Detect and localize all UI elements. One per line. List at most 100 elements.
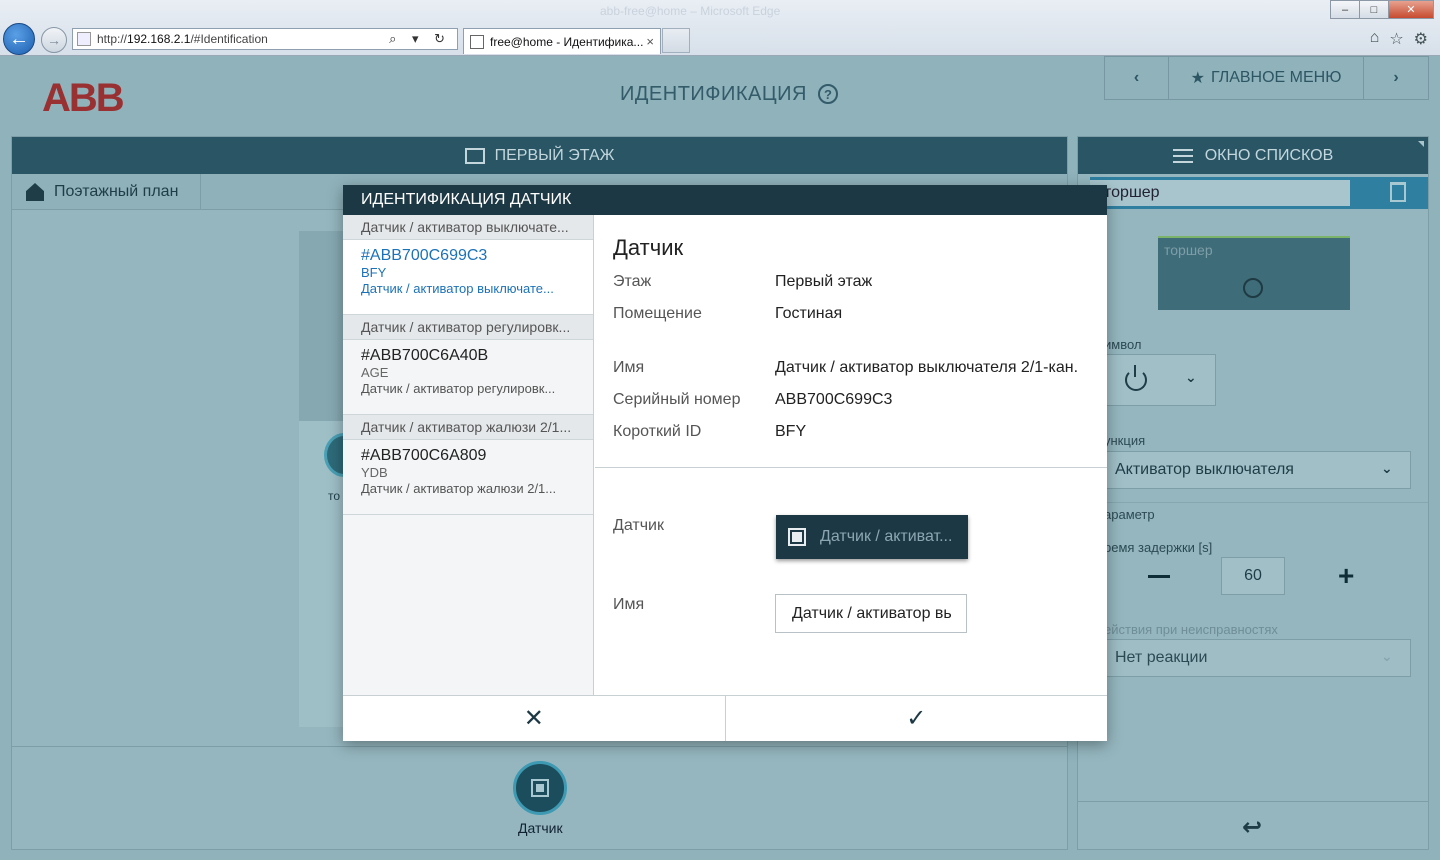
- forward-button[interactable]: →: [41, 27, 67, 53]
- url-path: /#Identification: [190, 32, 268, 46]
- device-label: то: [328, 489, 341, 503]
- main-menu-label: ГЛАВНОЕ МЕНЮ: [1210, 69, 1342, 86]
- device-serial: #ABB700C6A40B: [361, 347, 489, 364]
- url-prefix: http://: [97, 32, 128, 46]
- divider: [1078, 801, 1428, 802]
- symbol-select[interactable]: ⌄: [1104, 354, 1216, 406]
- star-icon: ★: [1190, 70, 1205, 87]
- device-name-input[interactable]: [1090, 180, 1350, 206]
- function-value: Активатор выключателя: [1115, 461, 1294, 478]
- nav-prev-button[interactable]: ‹: [1105, 57, 1169, 99]
- device-type: Датчик / активатор выключате...: [361, 281, 554, 296]
- list-title: ОКНО СПИСКОВ: [1204, 146, 1334, 164]
- sensor-device-button[interactable]: [513, 761, 567, 815]
- address-bar[interactable]: http://192.168.2.1/#Identification ⌕ ▾ ↻: [72, 28, 458, 50]
- dialog-footer: ✕ ✓: [343, 695, 1107, 741]
- nav-next-button[interactable]: ›: [1364, 57, 1428, 99]
- device-type: Датчик / активатор регулировк...: [361, 381, 556, 396]
- name-field-label: Имя: [613, 596, 645, 613]
- app-header: ABB ИДЕНТИФИКАЦИЯ ? ‹ ★ ГЛАВНОЕ МЕНЮ ›: [0, 56, 1440, 136]
- serial-label: Серийный номер: [613, 391, 741, 408]
- increase-button[interactable]: +: [1338, 562, 1354, 590]
- floor-label: Этаж: [613, 273, 652, 290]
- fault-value: Нет реакции: [1115, 649, 1208, 666]
- tools-icon[interactable]: ⚙: [1414, 29, 1428, 49]
- main-menu-button[interactable]: ★ ГЛАВНОЕ МЕНЮ: [1169, 57, 1364, 99]
- floorplan-button[interactable]: Поэтажный план: [12, 174, 201, 210]
- device-tile[interactable]: торшер: [1158, 236, 1350, 310]
- confirm-button[interactable]: ✓: [726, 696, 1108, 741]
- room-label: Помещение: [613, 305, 702, 322]
- tab-close-icon[interactable]: ×: [646, 34, 654, 49]
- serial-value: ABB700C699C3: [775, 391, 893, 408]
- device-serial: #ABB700C699C3: [361, 247, 488, 264]
- short-id-label: Короткий ID: [613, 423, 702, 440]
- device-short-id: YDB: [361, 465, 388, 480]
- sensor-icon: [531, 779, 549, 797]
- device-serial: #ABB700C6A809: [361, 447, 487, 464]
- name-row: [1090, 177, 1428, 209]
- tab-title: free@home - Идентифика...: [490, 34, 644, 49]
- list-item[interactable]: #ABB700C6A809 YDB Датчик / активатор жал…: [343, 440, 593, 515]
- close-window-button[interactable]: ✕: [1388, 0, 1434, 19]
- device-short-id: AGE: [361, 365, 389, 380]
- parameter-label: араметр: [1104, 507, 1155, 522]
- detail-title: Датчик: [613, 235, 684, 260]
- back-button[interactable]: ←: [3, 23, 35, 55]
- sensor-device-label: Датчик: [518, 820, 563, 836]
- browser-toolbar-icons: ⌂ ☆ ⚙: [1370, 29, 1428, 49]
- window-titlebar: abb-free@home – Microsoft Edge – □ ✕: [0, 0, 1440, 22]
- browser-tab[interactable]: free@home - Идентифика... ×: [463, 28, 661, 54]
- corner-marker-icon: [1418, 141, 1424, 147]
- main-navigation: ‹ ★ ГЛАВНОЕ МЕНЮ ›: [1104, 56, 1429, 100]
- house-icon: [26, 183, 44, 201]
- chevron-down-icon: ⌄: [1185, 369, 1197, 385]
- dialog-title: ИДЕНТИФИКАЦИЯ ДАТЧИК: [343, 185, 1107, 215]
- circle-icon: [1243, 278, 1263, 298]
- group-header: Датчик / активатор регулировк...: [343, 315, 593, 340]
- abb-logo: ABB: [42, 76, 125, 120]
- name-value: Датчик / активатор выключателя 2/1-кан.: [775, 359, 1079, 376]
- sensor-button-label: Датчик / активат...: [820, 528, 953, 545]
- sensor-field-label: Датчик: [613, 517, 664, 534]
- address-tools[interactable]: ⌕ ▾ ↻: [389, 31, 451, 47]
- sensor-select-button[interactable]: Датчик / активат...: [776, 515, 968, 559]
- list-item[interactable]: #ABB700C699C3 BFY Датчик / активатор вык…: [343, 240, 593, 315]
- group-header: Датчик / активатор жалюзи 2/1...: [343, 415, 593, 440]
- floor-header: ПЕРВЫЙ ЭТАЖ: [12, 137, 1067, 174]
- new-tab-button[interactable]: [662, 28, 690, 53]
- trash-icon[interactable]: [1390, 182, 1406, 202]
- home-icon[interactable]: ⌂: [1370, 29, 1380, 49]
- favorites-icon[interactable]: ☆: [1389, 29, 1403, 49]
- list-icon: [1172, 148, 1193, 163]
- tile-label: торшер: [1164, 242, 1213, 258]
- group-header: Датчик / активатор выключате...: [343, 215, 593, 240]
- back-arrow-icon[interactable]: ↩: [1242, 813, 1262, 842]
- power-icon: [1125, 365, 1147, 391]
- fault-select[interactable]: Нет реакции ⌄: [1104, 639, 1411, 677]
- url-host: 192.168.2.1: [127, 32, 191, 46]
- floorplan-label: Поэтажный план: [54, 183, 179, 200]
- device-type: Датчик / активатор жалюзи 2/1...: [361, 481, 557, 496]
- page-icon: [77, 32, 91, 46]
- name-input[interactable]: [775, 594, 967, 633]
- decrease-button[interactable]: [1148, 575, 1170, 578]
- function-select[interactable]: Активатор выключателя ⌄: [1104, 451, 1411, 489]
- list-panel: ОКНО СПИСКОВ торшер имвол ⌄ ункция Актив…: [1077, 136, 1429, 850]
- window-title: abb-free@home – Microsoft Edge: [600, 4, 781, 18]
- device-detail: Датчик Этаж Первый этаж Помещение Гостин…: [595, 215, 1107, 695]
- floor-plan-icon: [464, 147, 485, 164]
- browser-chrome: abb-free@home – Microsoft Edge – □ ✕ ← →…: [0, 0, 1440, 56]
- list-item[interactable]: #ABB700C6A40B AGE Датчик / активатор рег…: [343, 340, 593, 415]
- delay-input[interactable]: 60: [1221, 557, 1285, 595]
- short-id-value: BFY: [775, 423, 807, 440]
- window-controls: – □ ✕: [1330, 0, 1434, 19]
- identification-dialog: ИДЕНТИФИКАЦИЯ ДАТЧИК Датчик / активатор …: [343, 185, 1107, 741]
- help-icon[interactable]: ?: [818, 84, 838, 104]
- maximize-button[interactable]: □: [1359, 0, 1389, 19]
- list-header: ОКНО СПИСКОВ: [1078, 137, 1428, 174]
- symbol-label: имвол: [1104, 337, 1142, 352]
- cancel-button[interactable]: ✕: [343, 696, 726, 741]
- chevron-down-icon: ⌄: [1381, 460, 1393, 476]
- minimize-button[interactable]: –: [1330, 0, 1360, 19]
